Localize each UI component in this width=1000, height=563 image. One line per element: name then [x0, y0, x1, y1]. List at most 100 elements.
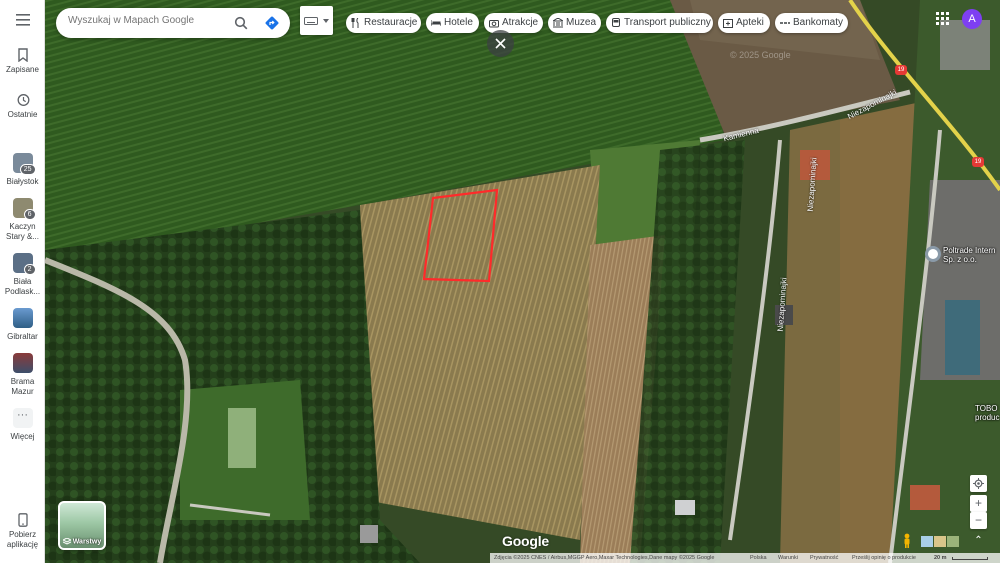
- menu-button[interactable]: [0, 14, 45, 29]
- recent-count-badge: 6: [23, 209, 36, 220]
- layers-label: Warstwy: [72, 538, 102, 545]
- feedback-link[interactable]: Prześlij opinię o produkcie: [852, 553, 916, 563]
- recent-item-5[interactable]: Brama Mazur: [0, 353, 45, 397]
- more-button[interactable]: ··· Więcej: [0, 408, 45, 442]
- recent-item-label: Biała Podlask...: [4, 277, 41, 296]
- layers-button[interactable]: Warstwy: [58, 501, 106, 550]
- location-target-icon: [973, 478, 984, 489]
- chip-apteki[interactable]: Apteki: [718, 13, 770, 33]
- place-sub: Sp. z o.o.: [943, 255, 977, 264]
- chevron-down-icon: [323, 19, 329, 23]
- satellite-map[interactable]: © 2025 Google Kamienna Niezapominajki Ni…: [45, 0, 1000, 563]
- place-name: Poltrade Intern: [943, 246, 996, 255]
- map-watermark: © 2025 Google: [730, 50, 791, 60]
- chip-label: Muzea: [566, 17, 597, 28]
- route-badge: 19: [895, 65, 907, 75]
- camera-icon: [489, 20, 499, 28]
- bed-icon: [431, 20, 441, 26]
- recent-item-label: Kaczyn Stary &...: [6, 222, 39, 241]
- museum-icon: [553, 18, 563, 28]
- recent-item-1[interactable]: 25 Białystok: [0, 153, 45, 187]
- plus-icon: +: [974, 496, 982, 510]
- download-label: Pobierz aplikację: [6, 530, 39, 549]
- more-label: Więcej: [10, 432, 35, 441]
- expand-icon[interactable]: ⌃: [970, 532, 987, 549]
- terms-link[interactable]: Warunki: [778, 553, 798, 563]
- minus-icon: −: [974, 513, 982, 527]
- search-input[interactable]: [68, 15, 228, 26]
- directions-icon[interactable]: [264, 15, 280, 31]
- search-icon[interactable]: [234, 16, 248, 30]
- bookmark-icon: [17, 48, 28, 62]
- pharmacy-icon: [723, 19, 733, 28]
- recent-item-thumbnail: [12, 353, 33, 373]
- recent-item-thumbnail: [12, 308, 33, 328]
- recent-item-4[interactable]: Gibraltar: [0, 308, 45, 342]
- map-type-thumb[interactable]: [921, 536, 933, 547]
- close-icon: [495, 38, 506, 49]
- recent-item-label: Białystok: [6, 177, 39, 186]
- download-app-button[interactable]: Pobierz aplikację: [0, 513, 45, 550]
- layers-icon: [61, 537, 72, 545]
- place-pin-icon[interactable]: [925, 246, 941, 262]
- hamburger-icon: [15, 14, 30, 26]
- atm-icon: [780, 22, 790, 24]
- chip-bankomaty[interactable]: Bankomaty: [775, 13, 848, 33]
- left-rail: Zapisane Ostatnie 25 Białystok 6 Kaczyn …: [0, 0, 45, 563]
- phone-icon: [17, 513, 28, 527]
- chip-label: Restauracje: [364, 17, 418, 28]
- close-button[interactable]: [487, 30, 514, 57]
- place-name: TOBO: [975, 404, 998, 413]
- map-type-thumb[interactable]: [947, 536, 959, 547]
- more-dots-icon: ···: [12, 408, 33, 428]
- saved-label: Zapisane: [6, 65, 39, 74]
- input-tools-button[interactable]: [300, 6, 333, 35]
- scale-bar: [952, 557, 988, 560]
- google-logo: Google: [502, 533, 550, 549]
- route-badge-2: 19: [972, 157, 984, 167]
- map-footer: Zdjęcia ©2025 CNES / Airbus,MGGP Aero,Ma…: [490, 553, 1000, 563]
- avatar[interactable]: A: [962, 9, 982, 29]
- zoom-in-button[interactable]: +: [970, 495, 987, 512]
- place-sub: produc: [975, 413, 1000, 422]
- map-type-thumb[interactable]: [934, 536, 946, 547]
- my-location-button[interactable]: [970, 475, 987, 492]
- place-label[interactable]: Poltrade Intern Sp. z o.o.: [943, 246, 995, 264]
- recent-item-label: Brama Mazur: [10, 377, 35, 396]
- chip-label: Hotele: [444, 17, 473, 28]
- scale-label[interactable]: 20 m: [934, 553, 947, 563]
- chip-muzea[interactable]: Muzea: [548, 13, 601, 33]
- place-label-2[interactable]: TOBO produc: [975, 404, 999, 422]
- chip-transport-publiczny[interactable]: Transport publiczny: [606, 13, 713, 33]
- privacy-link[interactable]: Prywatność: [810, 553, 838, 563]
- imagery-attribution: Zdjęcia ©2025 CNES / Airbus,MGGP Aero,Ma…: [494, 555, 715, 561]
- map-type-thumbnails[interactable]: [921, 536, 961, 547]
- chip-restauracje[interactable]: Restauracje: [346, 13, 421, 33]
- recent-item-label: Gibraltar: [7, 332, 38, 341]
- chip-label: Bankomaty: [793, 17, 844, 28]
- recent-button[interactable]: Ostatnie: [0, 93, 45, 120]
- chip-label: Atrakcje: [502, 17, 539, 28]
- recent-item-thumbnail: 25: [12, 153, 36, 175]
- chip-atrakcje[interactable]: Atrakcje: [484, 13, 543, 33]
- chip-hotele[interactable]: Hotele: [426, 13, 479, 33]
- saved-button[interactable]: Zapisane: [0, 48, 45, 75]
- search-box[interactable]: [56, 8, 290, 38]
- keyboard-icon: [304, 17, 318, 25]
- recent-item-thumbnail: 2: [12, 253, 36, 275]
- chip-label: Apteki: [736, 17, 764, 28]
- fork-knife-icon: [351, 18, 359, 28]
- recent-item-2[interactable]: 6 Kaczyn Stary &...: [0, 198, 45, 242]
- history-icon: [17, 94, 29, 106]
- street-view-pegman-icon[interactable]: [901, 533, 913, 549]
- recent-item-thumbnail: 6: [12, 198, 36, 220]
- satellite-imagery: © 2025 Google: [45, 0, 1000, 563]
- bus-icon: [612, 18, 620, 27]
- country-link[interactable]: Polska: [750, 553, 767, 563]
- chip-label: Transport publiczny: [624, 17, 711, 28]
- recent-item-3[interactable]: 2 Biała Podlask...: [0, 253, 45, 297]
- recent-count-badge: 25: [19, 164, 36, 175]
- apps-grid-icon[interactable]: [936, 12, 949, 25]
- recent-count-badge: 2: [23, 264, 36, 275]
- zoom-out-button[interactable]: −: [970, 512, 987, 529]
